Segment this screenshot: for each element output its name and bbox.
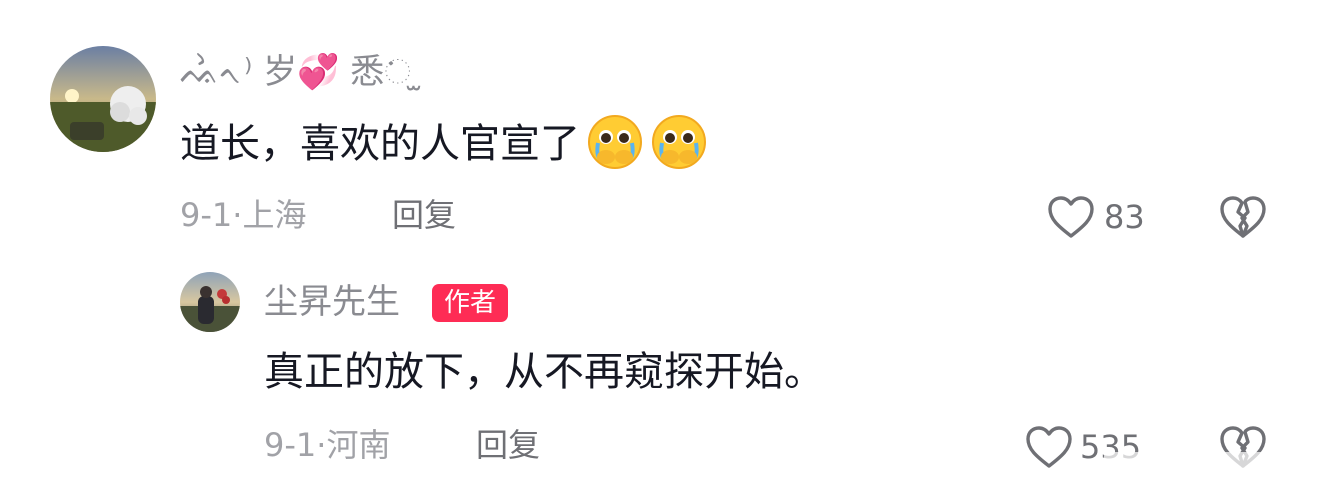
author-badge: 作者 <box>432 284 509 322</box>
pleading-crying-face-icon <box>586 113 644 171</box>
reply-date: 9-1 <box>264 426 317 464</box>
like-count: 83 <box>1104 198 1145 236</box>
broken-heart-icon[interactable] <box>1218 194 1268 240</box>
author-username[interactable]: 尘昇先生 <box>264 280 400 324</box>
pleading-crying-face-icon <box>650 113 708 171</box>
author-avatar[interactable] <box>180 272 240 332</box>
comment-date: 9-1 <box>180 196 233 234</box>
meta-separator: · <box>316 426 327 464</box>
comment-location: 上海 <box>242 196 307 234</box>
reply-location: 河南 <box>326 426 391 464</box>
comment-meta: 9-1·上海 <box>180 194 306 236</box>
watermark-overlay <box>1104 452 1310 488</box>
reply-button[interactable]: 回复 <box>476 424 540 466</box>
reply-text: 真正的放下，从不再窥探开始。 <box>264 349 824 395</box>
heart-icon[interactable] <box>1024 424 1074 470</box>
reply-meta: 9-1·河南 <box>264 424 390 466</box>
meta-separator: · <box>232 196 243 234</box>
comment-text: 道长，喜欢的人官宣了 <box>180 115 708 171</box>
reply-button[interactable]: 回复 <box>392 194 456 236</box>
commenter-avatar[interactable] <box>50 46 156 152</box>
commenter-username[interactable]: ᨕᨛᨚ⁾ 岁💞 悉ᨗ ̫ <box>180 50 422 94</box>
comment-text-content: 道长，喜欢的人官宣了 <box>180 121 580 167</box>
heart-icon[interactable] <box>1046 194 1096 240</box>
